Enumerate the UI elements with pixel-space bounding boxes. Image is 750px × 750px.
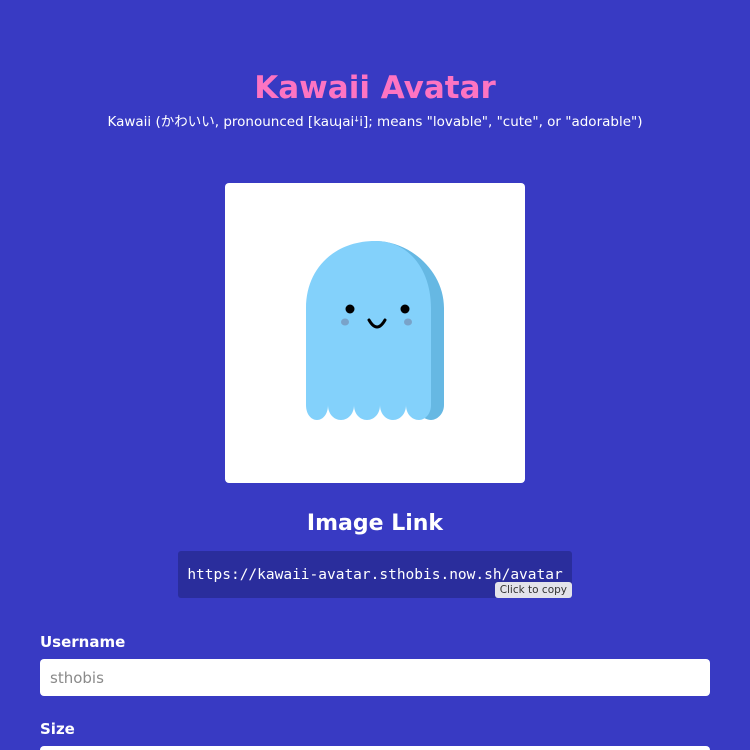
ghost-right-blush bbox=[404, 318, 412, 326]
ghost-right-eye bbox=[400, 304, 410, 314]
avatar-preview bbox=[225, 183, 525, 483]
username-input[interactable] bbox=[40, 659, 710, 696]
ghost-body bbox=[306, 241, 431, 420]
page-subtitle: Kawaii (かわいい, pronounced [kaɰaiꜜi]; mean… bbox=[107, 114, 643, 130]
page: Kawaii Avatar Kawaii (かわいい, pronounced [… bbox=[0, 0, 750, 750]
image-link-heading: Image Link bbox=[306, 511, 444, 536]
username-label: Username bbox=[40, 633, 126, 651]
page-title: Kawaii Avatar bbox=[254, 70, 496, 106]
image-link-url[interactable]: https://kawaii-avatar.sthobis.now.sh/ava… bbox=[187, 567, 562, 583]
size-label: Size bbox=[40, 720, 75, 738]
size-input[interactable] bbox=[40, 746, 710, 750]
image-link-copy-box[interactable]: https://kawaii-avatar.sthobis.now.sh/ava… bbox=[178, 551, 572, 598]
ghost-avatar-icon bbox=[306, 241, 444, 420]
copy-tooltip: Click to copy bbox=[494, 582, 572, 598]
ghost-left-eye bbox=[345, 304, 355, 314]
ghost-left-blush bbox=[341, 318, 349, 326]
